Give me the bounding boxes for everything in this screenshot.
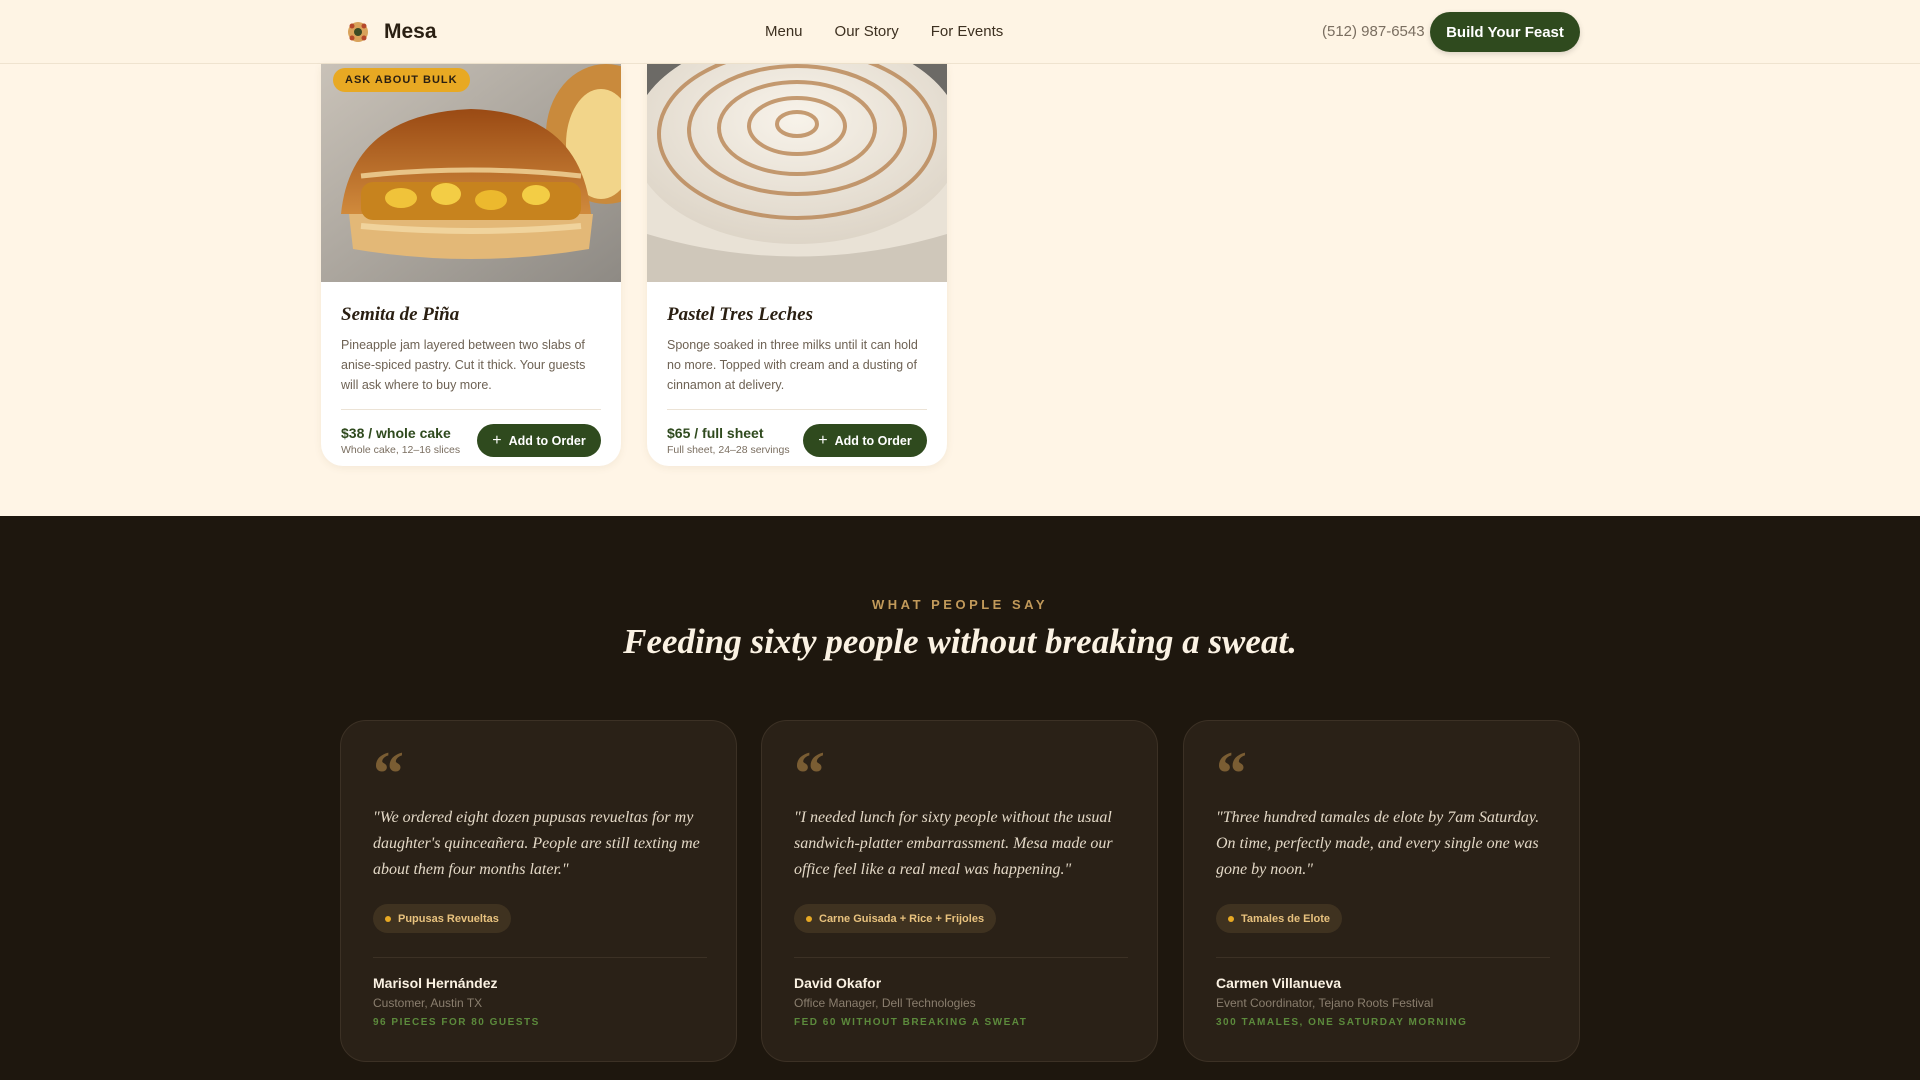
testimonial-name: Marisol Hernández: [373, 975, 498, 991]
tres-leches-photo-icon: [647, 64, 947, 282]
nav-our-story[interactable]: Our Story: [835, 23, 899, 40]
testimonial-quote: "Three hundred tamales de elote by 7am S…: [1216, 809, 1540, 878]
dish-tag: Tamales de Elote: [1216, 904, 1343, 933]
brand-name: Mesa: [384, 20, 437, 43]
testimonial-card: “ "We ordered eight dozen pupusas revuel…: [340, 720, 737, 1062]
divider: [373, 957, 707, 958]
testimonial-card: “ "Three hundred tamales de elote by 7am…: [1183, 720, 1580, 1062]
testimonial-name: David Okafor: [794, 975, 882, 991]
add-to-order-button[interactable]: + Add to Order: [803, 424, 927, 457]
product-card: ASK ABOUT BULK Semita de Piña Pineapple …: [321, 64, 621, 466]
phone-number[interactable]: (512) 987-6543: [1322, 23, 1425, 40]
product-card: Pastel Tres Leches Sponge soaked in thre…: [647, 64, 947, 466]
product-price: $65 / full sheet: [667, 425, 764, 441]
testimonial-quote: "We ordered eight dozen pupusas revuelta…: [373, 809, 700, 878]
quote-icon: “: [1216, 740, 1247, 808]
testimonial-stat: 300 TAMALES, ONE SATURDAY MORNING: [1216, 1017, 1468, 1028]
testimonial-stat: 96 PIECES FOR 80 GUESTS: [373, 1017, 540, 1028]
testimonial-name: Carmen Villanueva: [1216, 975, 1342, 991]
product-price-note: Whole cake, 12–16 slices: [341, 444, 461, 456]
plus-icon: +: [818, 431, 828, 449]
plus-icon: +: [492, 431, 502, 449]
nav-for-events[interactable]: For Events: [931, 23, 1004, 40]
semita-photo-icon: [321, 64, 621, 282]
section-headline: Feeding sixty people without breaking a …: [623, 622, 1297, 661]
testimonial-role: Office Manager, Dell Technologies: [794, 996, 976, 1010]
testimonials-section: WHAT PEOPLE SAY Feeding sixty people wit…: [0, 516, 1920, 1080]
testimonial-card: “ "I needed lunch for sixty people witho…: [761, 720, 1158, 1062]
build-your-feast-button[interactable]: Build Your Feast: [1430, 12, 1580, 52]
add-to-order-label: Add to Order: [508, 433, 586, 448]
product-price-note: Full sheet, 24–28 servings: [667, 444, 790, 456]
nav-menu[interactable]: Menu: [765, 23, 803, 40]
bulk-badge: ASK ABOUT BULK: [333, 68, 470, 92]
product-description: Sponge soaked in three milks until it ca…: [667, 338, 918, 392]
site-header: Mesa Menu Our Story For Events (512) 987…: [0, 0, 1920, 64]
quote-icon: “: [794, 740, 825, 808]
divider: [667, 409, 927, 410]
product-description: Pineapple jam layered between two slabs …: [341, 338, 586, 392]
divider: [794, 957, 1128, 958]
section-eyebrow: WHAT PEOPLE SAY: [871, 597, 1049, 612]
product-title: Semita de Piña: [341, 304, 460, 325]
divider: [1216, 957, 1550, 958]
testimonial-quote: "I needed lunch for sixty people without…: [794, 809, 1113, 878]
dish-tag: Carne Guisada + Rice + Frijoles: [794, 904, 997, 933]
testimonial-role: Event Coordinator, Tejano Roots Festival: [1216, 996, 1434, 1010]
quote-icon: “: [373, 740, 404, 808]
product-title: Pastel Tres Leches: [667, 304, 813, 325]
divider: [341, 409, 601, 410]
brand-logo[interactable]: Mesa: [346, 20, 437, 44]
add-to-order-label: Add to Order: [834, 433, 912, 448]
mesa-logo-icon: [348, 22, 368, 42]
add-to-order-button[interactable]: + Add to Order: [477, 424, 601, 457]
testimonial-stat: FED 60 WITHOUT BREAKING A SWEAT: [794, 1017, 1028, 1028]
testimonial-role: Customer, Austin TX: [373, 996, 483, 1010]
product-image-tres-leches: [647, 64, 947, 282]
product-image-semita: ASK ABOUT BULK: [321, 64, 621, 282]
dish-tag: Pupusas Revueltas: [373, 904, 511, 933]
product-price: $38 / whole cake: [341, 425, 451, 441]
main-nav: Menu Our Story For Events: [765, 23, 1003, 40]
